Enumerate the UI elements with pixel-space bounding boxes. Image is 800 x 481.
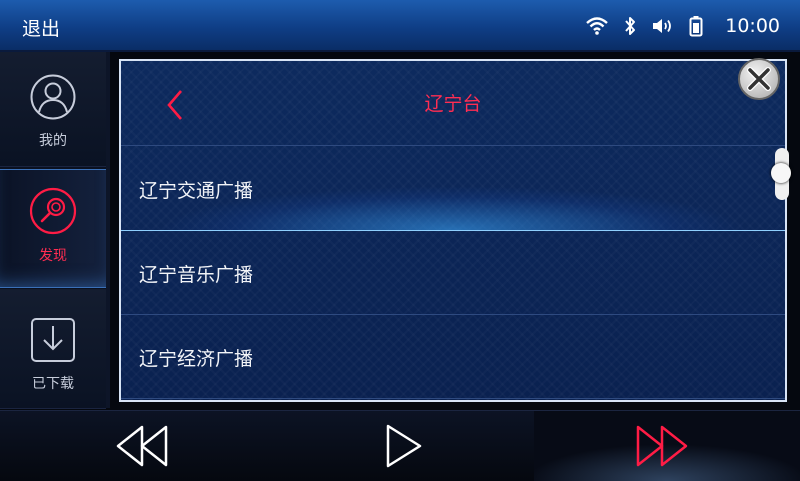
clock: 10:00 bbox=[725, 15, 780, 37]
station-name: 辽宁经济广播 bbox=[139, 348, 254, 370]
playback-bar bbox=[0, 410, 800, 481]
bluetooth-icon bbox=[623, 15, 637, 37]
battery-icon bbox=[689, 15, 703, 37]
list-item[interactable]: 辽宁交通广播 bbox=[121, 146, 785, 231]
station-list-panel: 辽宁台 辽宁交通广播 辽宁音乐广播 辽宁经济广播 bbox=[119, 59, 787, 402]
play-icon[interactable] bbox=[376, 423, 436, 469]
status-bar: 退出 10:00 bbox=[0, 0, 800, 52]
sidebar-item-mine[interactable]: 我的 bbox=[0, 52, 106, 167]
close-button[interactable] bbox=[738, 58, 780, 100]
panel-title: 辽宁台 bbox=[424, 93, 482, 115]
scrollbar-thumb[interactable] bbox=[771, 163, 791, 183]
close-icon bbox=[747, 67, 771, 91]
previous-icon[interactable] bbox=[112, 423, 172, 469]
user-icon bbox=[30, 74, 76, 124]
station-name: 辽宁音乐广播 bbox=[139, 264, 254, 286]
sidebar-divider bbox=[106, 52, 110, 408]
status-icons: 10:00 bbox=[571, 12, 780, 40]
sidebar-item-label: 我的 bbox=[39, 133, 67, 149]
sidebar: 我的 发现 已下载 bbox=[0, 52, 110, 409]
list-item[interactable]: 辽宁经济广播 bbox=[121, 314, 785, 399]
sidebar-item-label: 发现 bbox=[39, 248, 67, 264]
next-icon[interactable] bbox=[632, 423, 692, 469]
sidebar-item-downloaded[interactable]: 已下载 bbox=[0, 289, 106, 409]
download-icon bbox=[30, 317, 76, 367]
wifi-icon bbox=[585, 16, 609, 36]
station-name: 辽宁交通广播 bbox=[139, 180, 254, 202]
exit-button[interactable]: 退出 bbox=[22, 14, 60, 41]
sidebar-item-label: 已下载 bbox=[32, 376, 74, 392]
volume-icon bbox=[651, 16, 675, 36]
panel-header: 辽宁台 bbox=[121, 61, 785, 146]
list-item[interactable]: 辽宁音乐广播 bbox=[121, 230, 785, 315]
discover-icon bbox=[29, 187, 77, 239]
sidebar-item-discover[interactable]: 发现 bbox=[0, 169, 110, 288]
